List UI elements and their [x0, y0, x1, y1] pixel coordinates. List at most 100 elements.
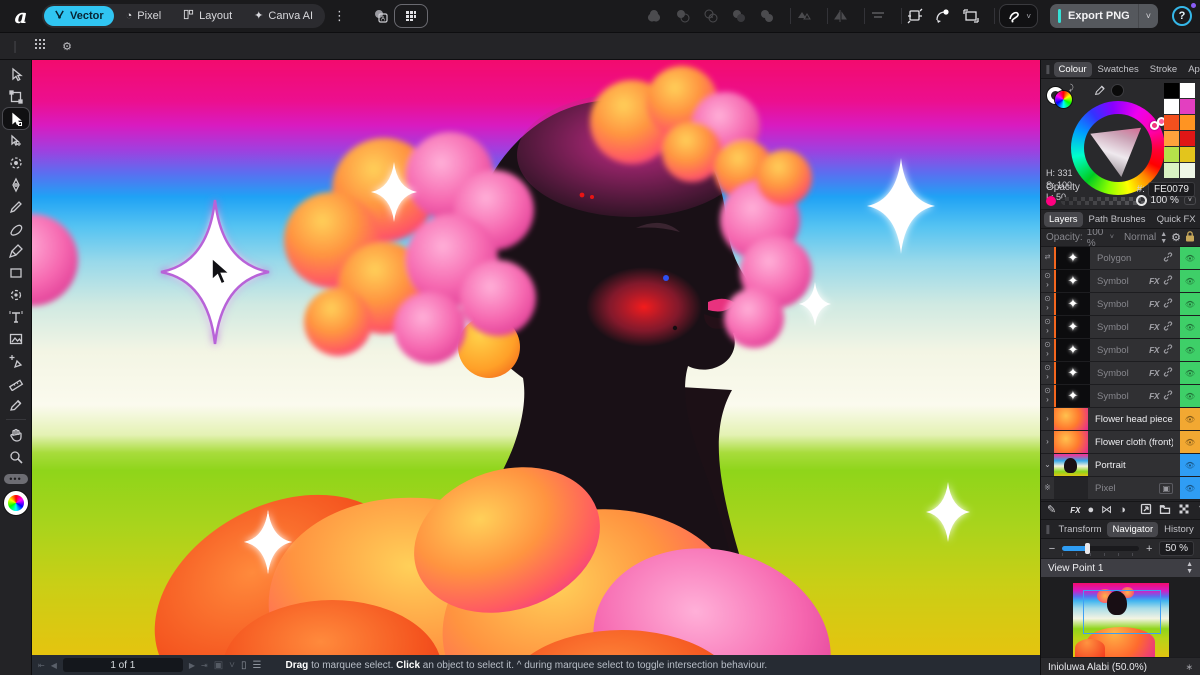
- hand-tool[interactable]: [3, 424, 29, 445]
- snapping-icon[interactable]: [906, 7, 924, 25]
- swatch[interactable]: [1164, 99, 1179, 114]
- zoom-out-button[interactable]: −: [1047, 543, 1057, 555]
- first-page-icon[interactable]: ⇤: [38, 661, 45, 670]
- visibility-toggle[interactable]: [1180, 293, 1200, 315]
- geometry-icon[interactable]: [795, 7, 813, 25]
- more-tools-button[interactable]: •••: [4, 474, 28, 484]
- viewport-rectangle[interactable]: [1083, 590, 1161, 634]
- navigator-preview[interactable]: [1041, 577, 1200, 657]
- zoom-in-button[interactable]: +: [1144, 543, 1154, 555]
- tab-history[interactable]: History: [1159, 522, 1199, 537]
- layer-name[interactable]: Portrait: [1088, 454, 1173, 476]
- expand-chevron-icon[interactable]: ›: [1046, 350, 1049, 359]
- visibility-toggle[interactable]: [1180, 431, 1200, 453]
- tab-navigator[interactable]: Navigator: [1107, 522, 1158, 537]
- node-tool[interactable]: [3, 108, 29, 129]
- move-tool[interactable]: [3, 64, 29, 85]
- expand-chevron-icon[interactable]: ›: [1046, 281, 1049, 290]
- link-icon[interactable]: [1163, 298, 1173, 311]
- boolean-combine-icon[interactable]: [758, 7, 776, 25]
- fx-badge[interactable]: FX: [1149, 276, 1159, 286]
- swap-colours-icon[interactable]: ⤸: [1069, 83, 1074, 93]
- affinity-logo-icon[interactable]: a: [8, 3, 34, 29]
- mask-icon[interactable]: ●: [1087, 505, 1094, 516]
- fx-badge[interactable]: FX: [1149, 368, 1159, 378]
- picked-colour-well[interactable]: [1111, 84, 1124, 97]
- layer-name[interactable]: Pixel: [1088, 477, 1159, 499]
- tab-colour[interactable]: Colour: [1054, 62, 1092, 77]
- viewpoint-stepper-icon[interactable]: ▲▼: [1186, 561, 1193, 575]
- zoom-tool[interactable]: [3, 446, 29, 467]
- zoom-value[interactable]: 50 %: [1159, 541, 1194, 556]
- expand-chevron-icon[interactable]: ›: [1046, 396, 1049, 405]
- new-layer-icon[interactable]: [1140, 503, 1152, 518]
- layer-name[interactable]: Symbol: [1090, 316, 1149, 338]
- layer-row-polygon[interactable]: ⇄ ✦ Polygon: [1041, 247, 1200, 270]
- layer-name[interactable]: Flower head piece (front): [1088, 408, 1173, 430]
- zoom-slider[interactable]: [1062, 546, 1139, 551]
- persona-tab-layout[interactable]: Layout: [173, 6, 242, 26]
- tab-swatches[interactable]: Swatches: [1093, 62, 1144, 77]
- layer-row-portrait[interactable]: ⌄ Portrait: [1041, 454, 1200, 477]
- layer-row-symbol[interactable]: ⊙› ✦ Symbol FX: [1041, 339, 1200, 362]
- tab-appearance[interactable]: Appearance: [1183, 62, 1200, 77]
- layer-name[interactable]: Flower cloth (front): [1088, 431, 1173, 453]
- swatch[interactable]: [1180, 131, 1195, 146]
- layer-name[interactable]: Symbol: [1090, 339, 1149, 361]
- fx-badge[interactable]: FX: [1149, 299, 1159, 309]
- export-dropdown-caret[interactable]: ˅: [1138, 4, 1158, 28]
- edit-vector-icon[interactable]: ✎: [1047, 505, 1056, 516]
- expand-chevron-icon[interactable]: ›: [1046, 415, 1049, 424]
- visibility-toggle[interactable]: [1180, 385, 1200, 407]
- link-icon[interactable]: [1163, 390, 1173, 403]
- device-preview-icon[interactable]: ▯: [241, 660, 247, 671]
- layers-opacity-caret[interactable]: ˅: [1110, 234, 1114, 241]
- layers-opacity-value[interactable]: 100 %: [1087, 227, 1106, 249]
- panel-drag-handle[interactable]: ❚: [1044, 524, 1052, 535]
- help-button[interactable]: ?: [1172, 6, 1192, 26]
- layer-name[interactable]: Symbol: [1090, 270, 1149, 292]
- favourite-star-icon[interactable]: ∗: [1185, 662, 1193, 673]
- persona-tab-pixel[interactable]: ◔ Pixel: [116, 6, 172, 26]
- expand-chevron-icon[interactable]: ›: [1046, 304, 1049, 313]
- symbol-sync-icon[interactable]: ⇄: [1045, 254, 1051, 262]
- artboard-export-icon[interactable]: ▣: [214, 660, 223, 671]
- visibility-toggle[interactable]: [1180, 339, 1200, 361]
- link-icon[interactable]: [1163, 321, 1173, 334]
- opacity-caret[interactable]: ˅: [1184, 196, 1196, 205]
- pattern-icon[interactable]: [1178, 503, 1190, 518]
- blend-stepper-icon[interactable]: ▲▼: [1160, 231, 1167, 245]
- layer-name[interactable]: Symbol: [1090, 293, 1149, 315]
- visibility-toggle[interactable]: [1180, 270, 1200, 292]
- viewpoint-row[interactable]: View Point 1 ▲▼: [1041, 559, 1200, 577]
- vector-brush-tool[interactable]: [3, 218, 29, 239]
- colour-wheel[interactable]: [1071, 101, 1165, 195]
- image-frame-tool[interactable]: [3, 328, 29, 349]
- page-indicator[interactable]: 1 of 1: [63, 658, 183, 672]
- layer-row-symbol[interactable]: ⊙› ✦ Symbol FX: [1041, 385, 1200, 408]
- persona-tab-canva-ai[interactable]: ✦ Canva AI: [244, 6, 323, 26]
- tab-path-brushes[interactable]: Path Brushes: [1084, 212, 1151, 227]
- fill-well[interactable]: [1055, 91, 1072, 108]
- opacity-slider[interactable]: [1061, 197, 1146, 205]
- swatch[interactable]: [1164, 83, 1179, 98]
- prev-page-icon[interactable]: ◀: [51, 661, 57, 670]
- last-page-icon[interactable]: ⇥: [201, 661, 208, 670]
- fx-badge[interactable]: FX: [1149, 345, 1159, 355]
- adjustment-icon[interactable]: ⋈: [1101, 505, 1112, 516]
- expand-chevron-icon[interactable]: ›: [1046, 373, 1049, 382]
- next-page-icon[interactable]: ▶: [189, 661, 195, 670]
- visibility-toggle[interactable]: [1180, 362, 1200, 384]
- live-filter-icon[interactable]: ◑: [1119, 505, 1126, 516]
- expand-chevron-icon[interactable]: ›: [1046, 327, 1049, 336]
- transform-tool[interactable]: [3, 86, 29, 107]
- collapse-chevron-icon[interactable]: ⌄: [1044, 461, 1051, 470]
- pen-tool[interactable]: [3, 174, 29, 195]
- panel-drag-handle[interactable]: ❚: [1044, 64, 1052, 75]
- tab-layers[interactable]: Layers: [1044, 212, 1083, 227]
- link-icon[interactable]: [1163, 367, 1173, 380]
- export-png-button[interactable]: Export PNG ˅: [1050, 4, 1158, 28]
- persona-overflow-menu[interactable]: ⋮: [325, 8, 354, 24]
- text-tool[interactable]: [3, 306, 29, 327]
- navigator-thumbnail[interactable]: [1073, 583, 1169, 657]
